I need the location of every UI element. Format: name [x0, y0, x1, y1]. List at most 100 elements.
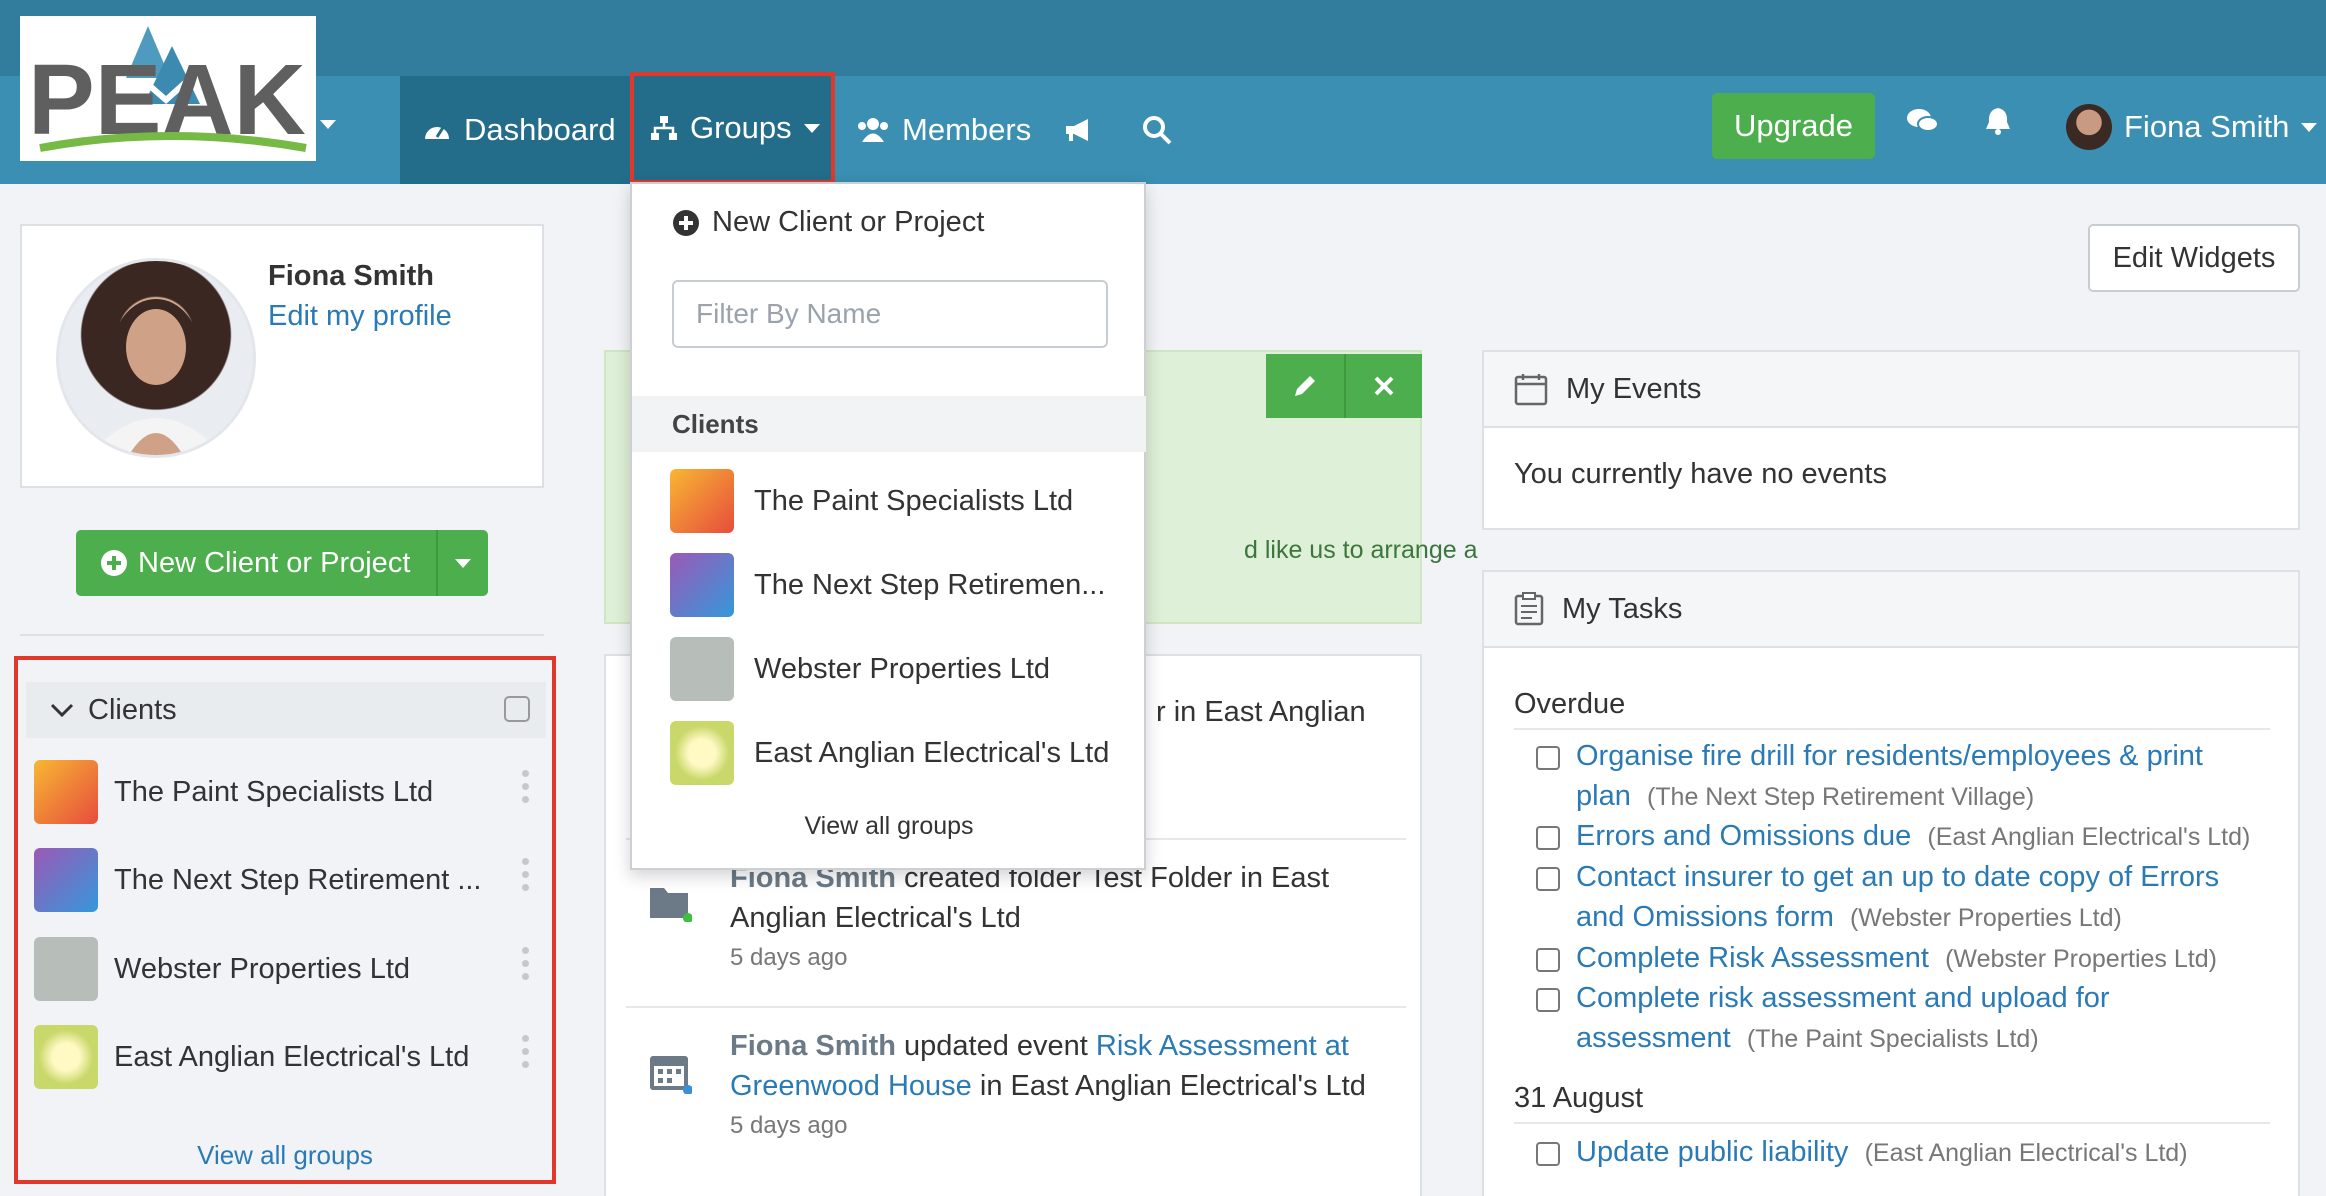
nav-groups[interactable]: Groups [630, 72, 835, 184]
more-options-icon[interactable] [522, 1035, 530, 1068]
my-events-panel: My Events You currently have no events [1482, 350, 2300, 530]
divider [1514, 728, 2270, 730]
activity-actor[interactable]: Fiona Smith [730, 1030, 896, 1062]
view-all-groups-link[interactable]: View all groups [632, 812, 1146, 841]
task-link[interactable]: Update public liability [1576, 1136, 1848, 1168]
client-name: The Paint Specialists Ltd [114, 775, 434, 808]
chevron-down-icon [2301, 122, 2318, 132]
divider [20, 634, 544, 636]
nav-announcements[interactable] [1064, 76, 1094, 184]
abstract-logo-icon [670, 553, 734, 617]
top-strip [0, 0, 2326, 76]
edit-widget-button[interactable] [1266, 354, 1344, 418]
bell-icon[interactable] [1984, 106, 2012, 141]
nav-search[interactable] [1142, 76, 1172, 184]
group-name: Webster Properties Ltd [754, 652, 1051, 685]
view-all-groups-link[interactable]: View all groups [18, 1140, 552, 1171]
clients-widget: Clients The Paint Specialists Ltd The Ne… [14, 656, 556, 1184]
task-item: Complete risk assessment and upload for … [1536, 978, 2256, 1059]
task-link[interactable]: Complete Risk Assessment [1576, 942, 1929, 974]
users-icon [858, 118, 888, 142]
filter-by-name-input[interactable] [672, 280, 1108, 348]
clients-header[interactable]: Clients [26, 682, 546, 738]
client-item[interactable]: East Anglian Electrical's Ltd [34, 1021, 544, 1093]
collapse-toggle-icon[interactable] [504, 696, 530, 722]
group-name: The Next Step Retiremen... [754, 568, 1106, 601]
crane-icon [670, 637, 734, 701]
clients-title: Clients [88, 693, 177, 726]
more-options-icon[interactable] [522, 770, 530, 803]
new-client-menu-item[interactable]: New Client or Project [672, 206, 984, 239]
dropdown-group-item[interactable]: The Next Step Retiremen... [670, 552, 1130, 618]
task-group: (The Paint Specialists Ltd) [1746, 1025, 2039, 1053]
abstract-logo-icon [34, 848, 98, 912]
task-checkbox[interactable] [1536, 1142, 1560, 1166]
task-checkbox[interactable] [1536, 826, 1560, 850]
new-client-button[interactable]: New Client or Project [76, 530, 488, 596]
task-checkbox[interactable] [1536, 988, 1560, 1012]
upgrade-button[interactable]: Upgrade [1712, 93, 1875, 159]
peak-logo[interactable]: PEAK [20, 16, 316, 161]
new-client-menu-label: New Client or Project [712, 206, 985, 238]
task-checkbox[interactable] [1536, 948, 1560, 972]
nav-groups-label: Groups [690, 110, 792, 145]
task-item: Update public liability (East Anglian El… [1536, 1132, 2256, 1173]
my-events-title: My Events [1566, 372, 1702, 405]
task-checkbox[interactable] [1536, 867, 1560, 891]
chat-icon[interactable] [1906, 106, 1940, 141]
task-link[interactable]: Errors and Omissions due [1576, 820, 1911, 852]
task-item: Complete Risk Assessment (Webster Proper… [1536, 938, 2256, 979]
group-name: The Paint Specialists Ltd [754, 484, 1074, 517]
task-group: (East Anglian Electrical's Ltd) [1864, 1139, 2188, 1167]
calendar-icon [648, 1050, 693, 1099]
more-options-icon[interactable] [522, 947, 530, 980]
task-group: (Webster Properties Ltd) [1849, 904, 2122, 932]
more-options-icon[interactable] [522, 858, 530, 891]
task-group: (Webster Properties Ltd) [1945, 945, 2217, 973]
my-tasks-title: My Tasks [1562, 592, 1683, 625]
clipboard-icon [1514, 592, 1544, 626]
my-events-header: My Events [1484, 352, 2298, 428]
activity-item: Fiona Smith updated event Risk Assessmen… [626, 1006, 1406, 1186]
profile-name: Fiona Smith [268, 260, 434, 292]
user-name: Fiona Smith [2124, 109, 2290, 144]
dropdown-section-clients: Clients [632, 396, 1146, 452]
client-name: Webster Properties Ltd [114, 952, 411, 985]
profile-avatar [56, 258, 256, 458]
activity-text: Fiona Smith updated event Risk Assessmen… [730, 1030, 1366, 1102]
group-name: East Anglian Electrical's Ltd [754, 736, 1110, 769]
activity-text: Fiona Smith created folder Test Folder i… [730, 862, 1330, 934]
plus-circle-icon [673, 209, 699, 236]
megaphone-icon [1066, 119, 1088, 141]
nav-members-label: Members [902, 112, 1032, 147]
client-item[interactable]: Webster Properties Ltd [34, 933, 544, 1005]
new-client-main-button[interactable]: New Client or Project [76, 530, 438, 596]
nav-members[interactable]: Members [856, 76, 1031, 184]
crane-icon [34, 937, 98, 1001]
nav-dashboard[interactable]: Dashboard [400, 76, 630, 184]
client-item[interactable]: The Next Step Retirement ... [34, 844, 544, 916]
divider [1514, 1122, 2270, 1124]
task-checkbox[interactable] [1536, 746, 1560, 770]
edit-widgets-button[interactable]: Edit Widgets [2088, 224, 2300, 292]
overdue-label: Overdue [1514, 688, 1626, 720]
logo-menu-caret[interactable] [320, 120, 336, 129]
dropdown-group-item[interactable]: Webster Properties Ltd [670, 636, 1130, 702]
plus-circle-icon [101, 550, 127, 576]
chevron-down-icon [803, 123, 820, 133]
edit-profile-link[interactable]: Edit my profile [268, 300, 452, 333]
close-icon [1374, 376, 1394, 396]
close-widget-button[interactable] [1344, 354, 1422, 418]
pencil-icon [1295, 376, 1315, 396]
lightbulb-icon [34, 1025, 98, 1089]
user-menu[interactable]: Fiona Smith [2066, 104, 2318, 150]
dropdown-group-item[interactable]: The Paint Specialists Ltd [670, 468, 1130, 534]
date-label: 31 August [1514, 1082, 1643, 1114]
dropdown-group-item[interactable]: East Anglian Electrical's Ltd [670, 720, 1130, 786]
new-client-dropdown-toggle[interactable] [438, 558, 488, 568]
calendar-icon [1514, 374, 1548, 406]
paint-bucket-icon [34, 760, 98, 824]
client-item[interactable]: The Paint Specialists Ltd [34, 756, 544, 828]
lightbulb-icon [670, 721, 734, 785]
client-name: The Next Step Retirement ... [114, 863, 482, 896]
